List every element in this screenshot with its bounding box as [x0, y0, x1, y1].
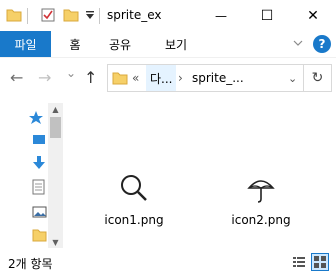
breadcrumb-parent[interactable]: 다...	[146, 65, 176, 91]
customize-toolbar-icon[interactable]	[85, 10, 95, 20]
scroll-up-arrow[interactable]: ▲	[48, 103, 63, 115]
scrollbar-thumb[interactable]	[50, 117, 61, 138]
file-name: icon2.png	[231, 213, 291, 227]
navigation-bar: ← → ⌄ ↑ « 다... › sprite_... ⌄ ↻	[0, 57, 336, 98]
maximize-button[interactable]: ☐	[244, 0, 290, 31]
tab-file-label: 파일	[14, 37, 37, 52]
recent-locations-button[interactable]: ⌄	[66, 66, 76, 80]
back-button[interactable]: ←	[10, 68, 23, 87]
up-button[interactable]: ↑	[84, 68, 97, 87]
download-icon[interactable]	[32, 155, 46, 171]
file-item-icon2[interactable]: icon2.png	[221, 172, 301, 227]
title-bar: sprite_ex — ☐ ✕	[0, 0, 336, 31]
close-button[interactable]: ✕	[290, 0, 336, 31]
tab-file[interactable]: 파일	[0, 31, 51, 57]
folder-icon	[112, 72, 128, 85]
properties-icon[interactable]	[40, 7, 56, 23]
minimize-button[interactable]: —	[198, 0, 244, 31]
scroll-down-arrow[interactable]: ▼	[48, 236, 63, 248]
magnifier-icon	[121, 175, 147, 201]
separator	[99, 8, 100, 24]
details-view-icon	[293, 257, 305, 267]
tab-share[interactable]: 공유	[102, 31, 138, 57]
large-icons-view-icon	[314, 256, 326, 268]
status-bar: 2개 항목	[0, 250, 336, 274]
new-folder-icon[interactable]	[63, 7, 79, 23]
refresh-button[interactable]: ↻	[304, 64, 332, 92]
documents-icon[interactable]	[32, 179, 46, 195]
help-icon: ?	[318, 37, 326, 51]
nav-pane-scrollbar[interactable]: ▲ ▼	[48, 103, 63, 248]
address-dropdown-button[interactable]: ⌄	[288, 65, 297, 91]
details-view-button[interactable]	[290, 253, 308, 271]
pictures-icon[interactable]	[32, 205, 47, 219]
tab-home[interactable]: 홈	[60, 31, 90, 57]
forward-button[interactable]: →	[38, 68, 51, 87]
umbrella-icon	[247, 180, 275, 203]
window-title: sprite_ex	[107, 8, 162, 22]
close-icon: ✕	[307, 7, 319, 24]
refresh-icon: ↻	[311, 70, 324, 86]
help-button[interactable]: ?	[313, 35, 331, 53]
separator	[27, 8, 28, 24]
minimize-icon: —	[215, 8, 227, 23]
quick-access-star-icon[interactable]	[28, 110, 44, 126]
tab-home-label: 홈	[69, 37, 81, 52]
address-overflow-button[interactable]: «	[132, 65, 146, 91]
breadcrumb-current[interactable]: sprite_...	[192, 65, 244, 91]
maximize-icon: ☐	[260, 7, 274, 24]
folder-icon	[6, 9, 22, 22]
file-item-icon1[interactable]: icon1.png	[94, 172, 174, 227]
breadcrumb-separator[interactable]: ›	[178, 65, 188, 91]
desktop-icon[interactable]	[32, 133, 46, 147]
item-count: 2개 항목	[8, 257, 53, 271]
tab-share-label: 공유	[108, 37, 132, 52]
tab-view[interactable]: 보기	[158, 31, 194, 57]
address-bar[interactable]: « 다... › sprite_... ⌄	[107, 64, 304, 92]
expand-ribbon-icon[interactable]	[293, 36, 303, 50]
large-icons-view-button[interactable]	[311, 253, 329, 271]
tab-view-label: 보기	[164, 37, 188, 52]
ribbon-tabs: 파일 홈 공유 보기 ?	[0, 31, 336, 57]
folder-icon[interactable]	[32, 228, 47, 242]
file-name: icon1.png	[104, 213, 164, 227]
